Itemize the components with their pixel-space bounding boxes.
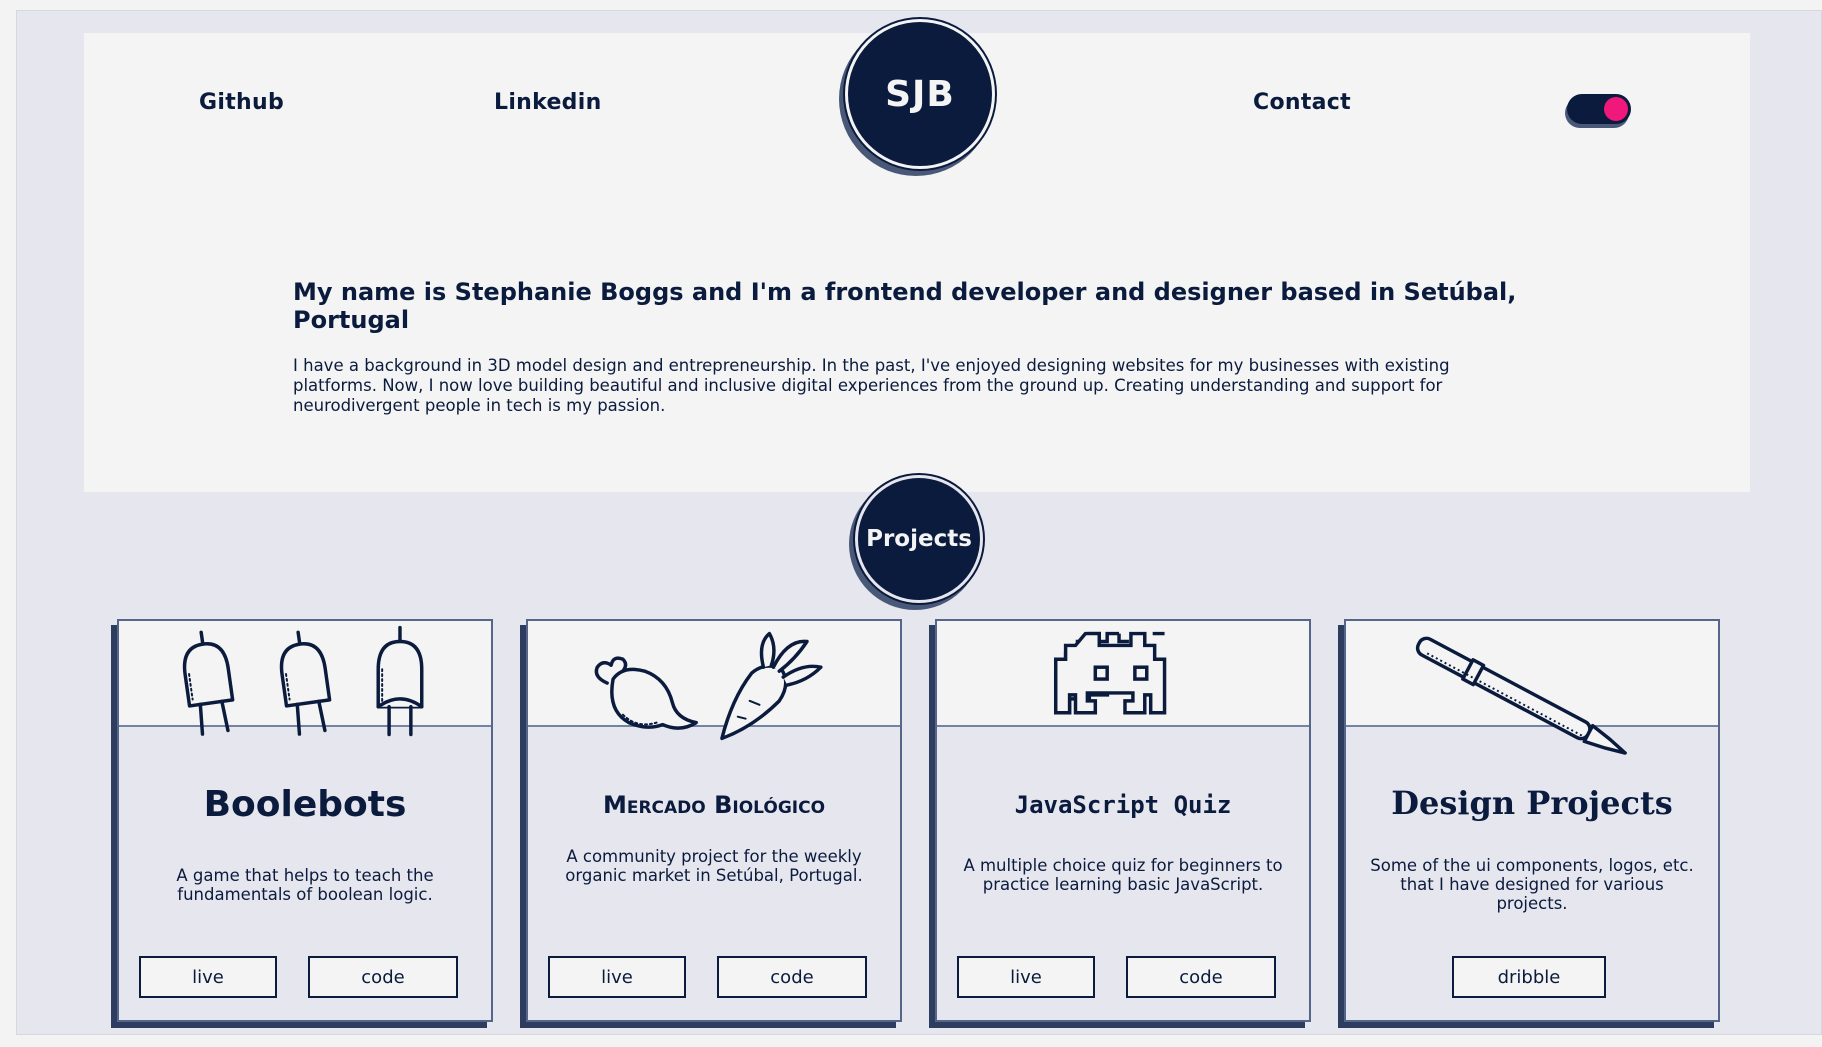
card-description: A multiple choice quiz for beginners to … — [963, 856, 1283, 894]
nav-github-link[interactable]: Github — [199, 90, 284, 115]
nav-contact-link[interactable]: Contact — [1253, 90, 1351, 115]
space-invader-icon — [1053, 631, 1167, 715]
live-button[interactable]: live — [139, 956, 277, 998]
vegetables-icon — [594, 631, 823, 741]
card-title: Boolebots — [203, 784, 407, 825]
projects-badge: Projects — [855, 475, 983, 603]
card-title: Mercado Biológico — [602, 791, 826, 819]
pen-icon — [1415, 636, 1627, 755]
card-description: A community project for the weekly organ… — [565, 847, 863, 885]
code-button[interactable]: code — [1126, 956, 1276, 998]
code-button[interactable]: code — [308, 956, 458, 998]
toggle-knob — [1604, 97, 1628, 121]
intro-heading: My name is Stephanie Boggs and I'm a fro… — [293, 278, 1517, 334]
card-title: Design Projects — [1391, 784, 1673, 822]
live-button[interactable]: live — [548, 956, 686, 998]
dribble-button[interactable]: dribble — [1452, 956, 1606, 998]
live-button[interactable]: live — [957, 956, 1095, 998]
intro-body: I have a background in 3D model design a… — [293, 356, 1450, 415]
project-card-quiz: JavaScript Quiz A multiple choice quiz f… — [935, 619, 1311, 1022]
card-description: A game that helps to teach the fundament… — [176, 866, 434, 904]
robots-icon — [182, 625, 424, 737]
project-card-mercado: Mercado Biológico A community project fo… — [526, 619, 902, 1022]
logo-badge[interactable]: SJB — [845, 19, 995, 169]
code-button[interactable]: code — [717, 956, 867, 998]
project-card-design: Design Projects Some of the ui component… — [1344, 619, 1720, 1022]
card-description: Some of the ui components, logos, etc. t… — [1370, 856, 1694, 913]
project-card-boolebots: Boolebots A game that helps to teach the… — [117, 619, 493, 1022]
nav-linkedin-link[interactable]: Linkedin — [494, 90, 602, 115]
theme-toggle[interactable] — [1567, 94, 1631, 124]
card-title: JavaScript Quiz — [1014, 791, 1232, 819]
